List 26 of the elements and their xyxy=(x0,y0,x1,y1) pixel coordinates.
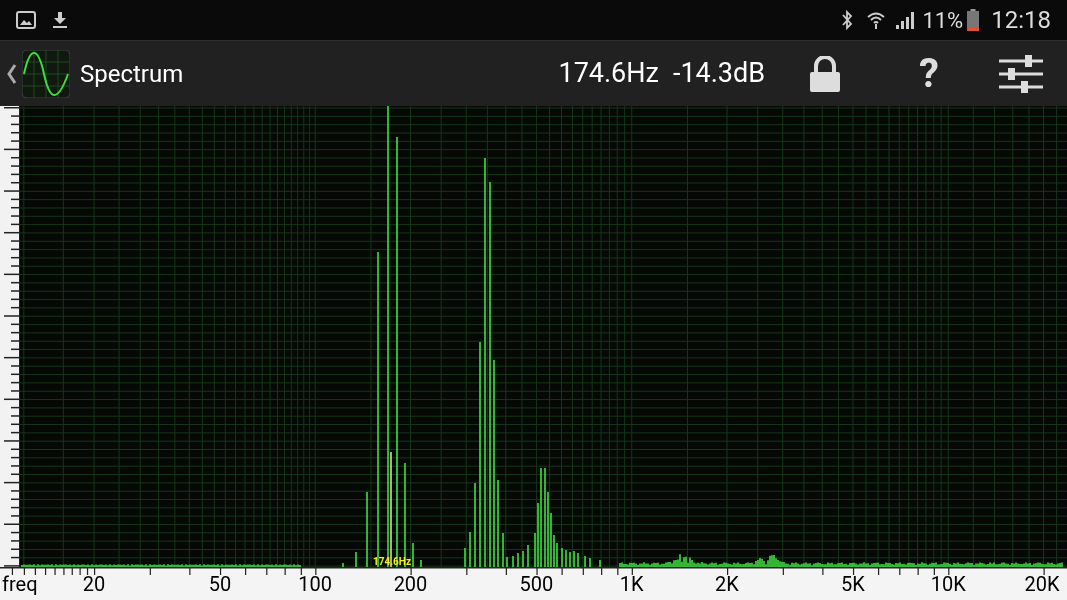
clock: 12:18 xyxy=(991,5,1051,36)
axis-label: 500 xyxy=(519,574,554,594)
app-title: Spectrum xyxy=(80,58,184,90)
battery-icon xyxy=(967,9,980,31)
axis-label: 2K xyxy=(715,574,739,594)
axis-label: 10K xyxy=(930,574,966,594)
axis-label: 20 xyxy=(82,574,106,594)
waveform-app-icon[interactable] xyxy=(22,49,70,98)
help-button[interactable]: ? xyxy=(919,53,939,94)
bluetooth-icon xyxy=(840,10,855,30)
gallery-icon xyxy=(16,11,36,29)
download-icon xyxy=(52,11,68,29)
frequency-readout: 174.6Hz xyxy=(558,56,659,92)
battery-percentage: 11% xyxy=(922,6,964,35)
wifi-icon xyxy=(866,11,887,29)
axis-label: 50 xyxy=(208,574,232,594)
sliders-icon[interactable] xyxy=(999,53,1043,94)
axis-title: freq xyxy=(2,574,38,594)
lock-icon[interactable] xyxy=(809,55,842,92)
axis-label: 200 xyxy=(393,574,428,594)
axis-label: 20K xyxy=(1024,574,1060,594)
decibel-readout: -14.3dB xyxy=(672,56,766,92)
signal-icon xyxy=(894,11,915,29)
axis-label: 1K xyxy=(619,574,644,594)
axis-label: 5K xyxy=(841,574,865,594)
axis-label: 100 xyxy=(298,574,333,594)
